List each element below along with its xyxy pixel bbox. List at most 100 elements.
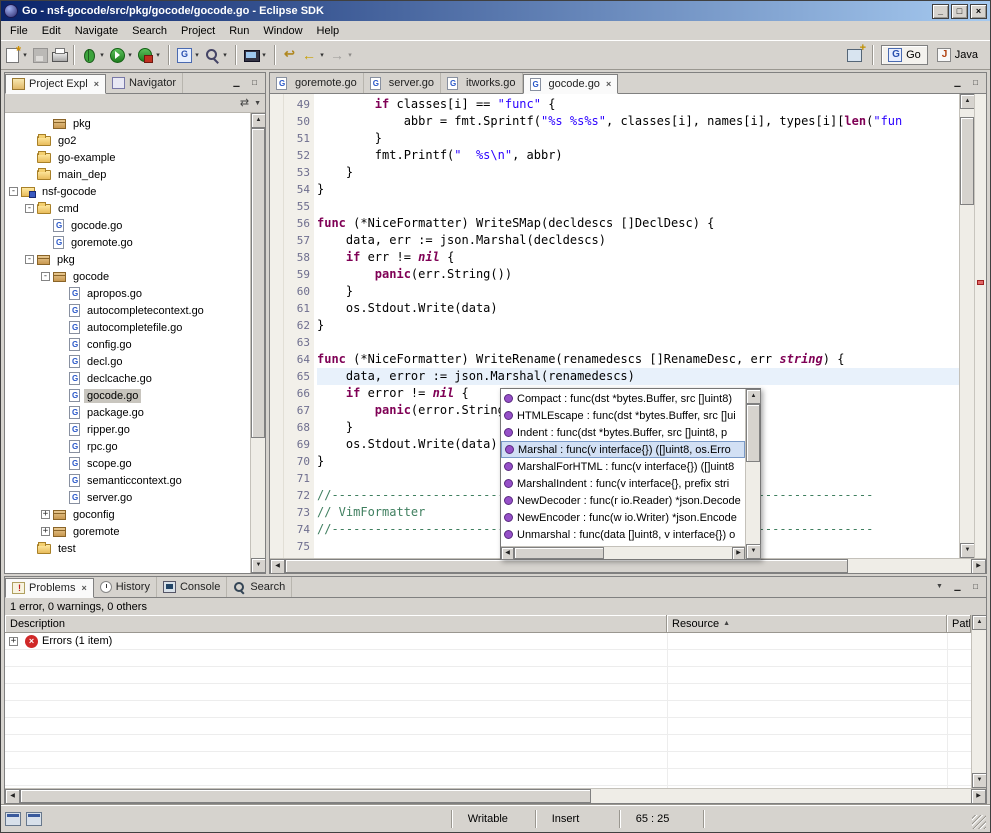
tree-item-pkg[interactable]: -pkg bbox=[5, 251, 250, 268]
scroll-up-icon[interactable]: ▲ bbox=[251, 113, 266, 128]
new-wizard-button[interactable]: ▾ bbox=[3, 45, 30, 65]
tree-item-config-go[interactable]: config.go bbox=[5, 336, 250, 353]
popup-horizontal-scrollbar[interactable]: ◀ ▶ bbox=[501, 546, 745, 559]
close-tab-icon[interactable]: × bbox=[92, 79, 99, 89]
menu-run[interactable]: Run bbox=[222, 23, 256, 39]
fast-view-icon[interactable] bbox=[5, 812, 21, 826]
maximize-button[interactable]: □ bbox=[951, 4, 968, 19]
tree-item-go-example[interactable]: go-example bbox=[5, 149, 250, 166]
dropdown-arrow-icon[interactable]: ▾ bbox=[318, 51, 326, 59]
tree-item-server-go[interactable]: server.go bbox=[5, 489, 250, 506]
tree-item-rpc-go[interactable]: rpc.go bbox=[5, 438, 250, 455]
dropdown-arrow-icon[interactable]: ▾ bbox=[260, 51, 268, 59]
maximize-view-icon[interactable]: □ bbox=[968, 580, 983, 594]
tab-navigator[interactable]: Navigator bbox=[106, 73, 183, 93]
scroll-right-icon[interactable]: ▶ bbox=[732, 547, 745, 560]
editor-tab-server-go[interactable]: server.go bbox=[364, 73, 441, 93]
tab-problems[interactable]: Problems× bbox=[5, 578, 94, 598]
dropdown-arrow-icon[interactable]: ▾ bbox=[98, 51, 106, 59]
open-perspective-icon[interactable] bbox=[845, 46, 865, 64]
problems-vertical-scrollbar[interactable]: ▲ ▼ bbox=[971, 615, 986, 788]
scroll-thumb[interactable] bbox=[514, 547, 604, 559]
scroll-up-icon[interactable]: ▲ bbox=[972, 615, 987, 630]
save-button[interactable] bbox=[31, 45, 49, 65]
tree-item-pkg[interactable]: pkg bbox=[5, 115, 250, 132]
link-with-editor-icon[interactable]: ⇄ bbox=[240, 96, 249, 110]
tree-item-nsf-gocode[interactable]: -nsf-gocode bbox=[5, 183, 250, 200]
editor-tab-gocode-go[interactable]: gocode.go× bbox=[523, 74, 619, 94]
tree-scrollbar[interactable]: ▲ ▼ bbox=[250, 113, 265, 573]
dropdown-arrow-icon[interactable]: ▾ bbox=[221, 51, 229, 59]
perspective-go[interactable]: Go bbox=[881, 45, 928, 65]
scroll-thumb[interactable] bbox=[251, 128, 265, 438]
expand-icon[interactable]: + bbox=[9, 637, 18, 646]
maximize-view-icon[interactable]: □ bbox=[247, 76, 262, 90]
problems-horizontal-scrollbar[interactable]: ◀ ▶ bbox=[5, 788, 986, 803]
completion-item[interactable]: Indent : func(dst *bytes.Buffer, src []u… bbox=[501, 424, 745, 441]
menu-window[interactable]: Window bbox=[256, 23, 309, 39]
show-view-icon[interactable] bbox=[26, 812, 42, 826]
completion-item[interactable]: MarshalIndent : func(v interface{}, pref… bbox=[501, 475, 745, 492]
tree-item-cmd[interactable]: -cmd bbox=[5, 200, 250, 217]
tree-item-goremote[interactable]: +goremote bbox=[5, 523, 250, 540]
scroll-left-icon[interactable]: ◀ bbox=[270, 559, 285, 574]
editor-tab-itworks-go[interactable]: itworks.go bbox=[441, 73, 523, 93]
minimize-editor-icon[interactable]: ▁ bbox=[950, 76, 965, 90]
scroll-up-icon[interactable]: ▲ bbox=[746, 389, 761, 404]
scroll-down-icon[interactable]: ▼ bbox=[960, 543, 975, 558]
new-go-element-button[interactable]: ▾ bbox=[175, 45, 202, 65]
scroll-down-icon[interactable]: ▼ bbox=[972, 773, 987, 788]
view-menu-icon[interactable]: ▼ bbox=[932, 580, 947, 594]
editor-horizontal-scrollbar[interactable]: ◀ ▶ bbox=[270, 558, 986, 573]
collapse-icon[interactable]: - bbox=[41, 272, 50, 281]
debug-button[interactable]: ▾ bbox=[80, 45, 107, 65]
column-header-description[interactable]: Description bbox=[5, 615, 667, 633]
completion-item[interactable]: Unmarshal : func(data []uint8, v interfa… bbox=[501, 526, 745, 543]
tree-item-autocompletecontext-go[interactable]: autocompletecontext.go bbox=[5, 302, 250, 319]
scroll-thumb[interactable] bbox=[960, 117, 974, 205]
column-header-path[interactable]: Path bbox=[947, 615, 971, 633]
view-menu-icon[interactable]: ▼ bbox=[254, 100, 261, 107]
scroll-right-icon[interactable]: ▶ bbox=[971, 559, 986, 574]
menu-edit[interactable]: Edit bbox=[35, 23, 68, 39]
tree-item-goremote-go[interactable]: goremote.go bbox=[5, 234, 250, 251]
scroll-left-icon[interactable]: ◀ bbox=[5, 789, 20, 804]
menu-search[interactable]: Search bbox=[125, 23, 174, 39]
maximize-editor-icon[interactable]: □ bbox=[968, 76, 983, 90]
error-marker[interactable] bbox=[977, 280, 984, 285]
column-header-resource[interactable]: Resource▲ bbox=[667, 615, 947, 633]
tree-item-apropos-go[interactable]: apropos.go bbox=[5, 285, 250, 302]
tree-item-main-dep[interactable]: main_dep bbox=[5, 166, 250, 183]
completion-item[interactable]: NewDecoder : func(r io.Reader) *json.Dec… bbox=[501, 492, 745, 509]
search-button[interactable]: ▾ bbox=[203, 45, 230, 65]
minimize-button[interactable]: _ bbox=[932, 4, 949, 19]
tab-history[interactable]: History bbox=[94, 577, 157, 597]
last-edit-location-button[interactable] bbox=[281, 45, 299, 65]
tree-item-go2[interactable]: go2 bbox=[5, 132, 250, 149]
dropdown-arrow-icon[interactable]: ▾ bbox=[193, 51, 201, 59]
run-button[interactable]: ▾ bbox=[108, 45, 135, 65]
tree-item-gocode-go[interactable]: gocode.go bbox=[5, 387, 250, 404]
print-button[interactable] bbox=[50, 45, 68, 65]
open-console-button[interactable]: ▾ bbox=[242, 45, 269, 65]
completion-item[interactable]: MarshalForHTML : func(v interface{}) ([]… bbox=[501, 458, 745, 475]
back-button[interactable]: ▾ bbox=[300, 45, 327, 65]
tree-item-semanticcontext-go[interactable]: semanticcontext.go bbox=[5, 472, 250, 489]
scroll-thumb[interactable] bbox=[285, 559, 848, 573]
completion-item[interactable]: Compact : func(dst *bytes.Buffer, src []… bbox=[501, 390, 745, 407]
popup-vertical-scrollbar[interactable]: ▲ ▼ bbox=[745, 389, 760, 559]
collapse-icon[interactable]: - bbox=[25, 255, 34, 264]
minimize-view-icon[interactable]: ▁ bbox=[950, 580, 965, 594]
collapse-icon[interactable]: - bbox=[25, 204, 34, 213]
scroll-left-icon[interactable]: ◀ bbox=[501, 547, 514, 560]
expand-icon[interactable]: + bbox=[41, 510, 50, 519]
tree-item-scope-go[interactable]: scope.go bbox=[5, 455, 250, 472]
tab-project-expl[interactable]: Project Expl× bbox=[5, 74, 106, 94]
tree-item-test[interactable]: test bbox=[5, 540, 250, 557]
close-button[interactable]: × bbox=[970, 4, 987, 19]
tree-item-gocode-go[interactable]: gocode.go bbox=[5, 217, 250, 234]
scroll-thumb[interactable] bbox=[746, 404, 760, 462]
dropdown-arrow-icon[interactable]: ▾ bbox=[21, 51, 29, 59]
tree-item-goconfig[interactable]: +goconfig bbox=[5, 506, 250, 523]
editor-vertical-scrollbar[interactable]: ▲ ▼ bbox=[959, 94, 974, 558]
